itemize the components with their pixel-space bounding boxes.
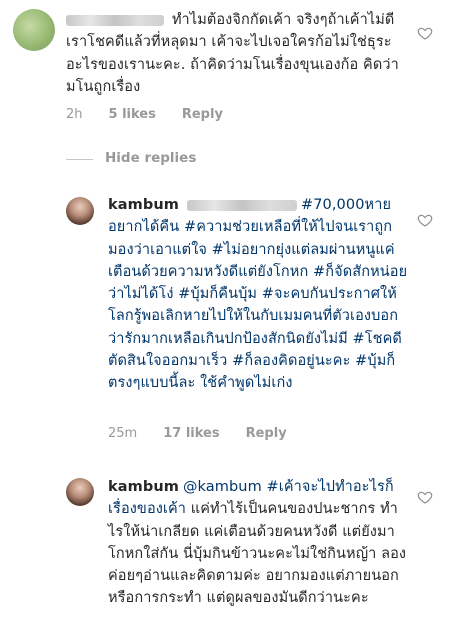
- reply-meta: 25m 17 likes Reply: [108, 426, 287, 441]
- like-heart-icon[interactable]: [417, 25, 433, 41]
- username-blurred[interactable]: [66, 14, 164, 26]
- mention-blurred[interactable]: [186, 199, 297, 211]
- comment-meta: 2h 5 likes Reply: [66, 107, 223, 122]
- avatar[interactable]: [13, 9, 55, 51]
- avatar[interactable]: [66, 197, 94, 225]
- likes-count[interactable]: 5 likes: [109, 107, 156, 122]
- comment-text: ทำไมต้องจิกกัดเค้า จริงๆถ้าเค้าไม่ดีเราโ…: [66, 9, 406, 98]
- like-heart-icon[interactable]: [417, 212, 433, 228]
- reply-text: kambum @kambum #เค้าจะไปทำอะไรก็เรื่องของ…: [108, 476, 413, 610]
- likes-count[interactable]: 17 likes: [163, 426, 219, 441]
- reply-button[interactable]: Reply: [182, 107, 223, 122]
- reply-text: kambum #70,000หายอยากได้คืน #ความช่วยเหลื…: [108, 194, 413, 395]
- username[interactable]: kambum: [108, 479, 179, 495]
- avatar[interactable]: [66, 478, 94, 506]
- like-heart-icon[interactable]: [417, 489, 433, 505]
- replies-divider: [66, 159, 93, 160]
- timestamp: 2h: [66, 107, 83, 122]
- timestamp: 25m: [108, 426, 138, 441]
- mention-link[interactable]: @kambum: [183, 479, 262, 495]
- reply-button[interactable]: Reply: [246, 426, 287, 441]
- hashtag-text[interactable]: #70,000หายอยากได้คืน #ความช่วยเหลือที่ให…: [108, 197, 407, 391]
- hide-replies-button[interactable]: Hide replies: [105, 150, 196, 166]
- username[interactable]: kambum: [108, 197, 179, 213]
